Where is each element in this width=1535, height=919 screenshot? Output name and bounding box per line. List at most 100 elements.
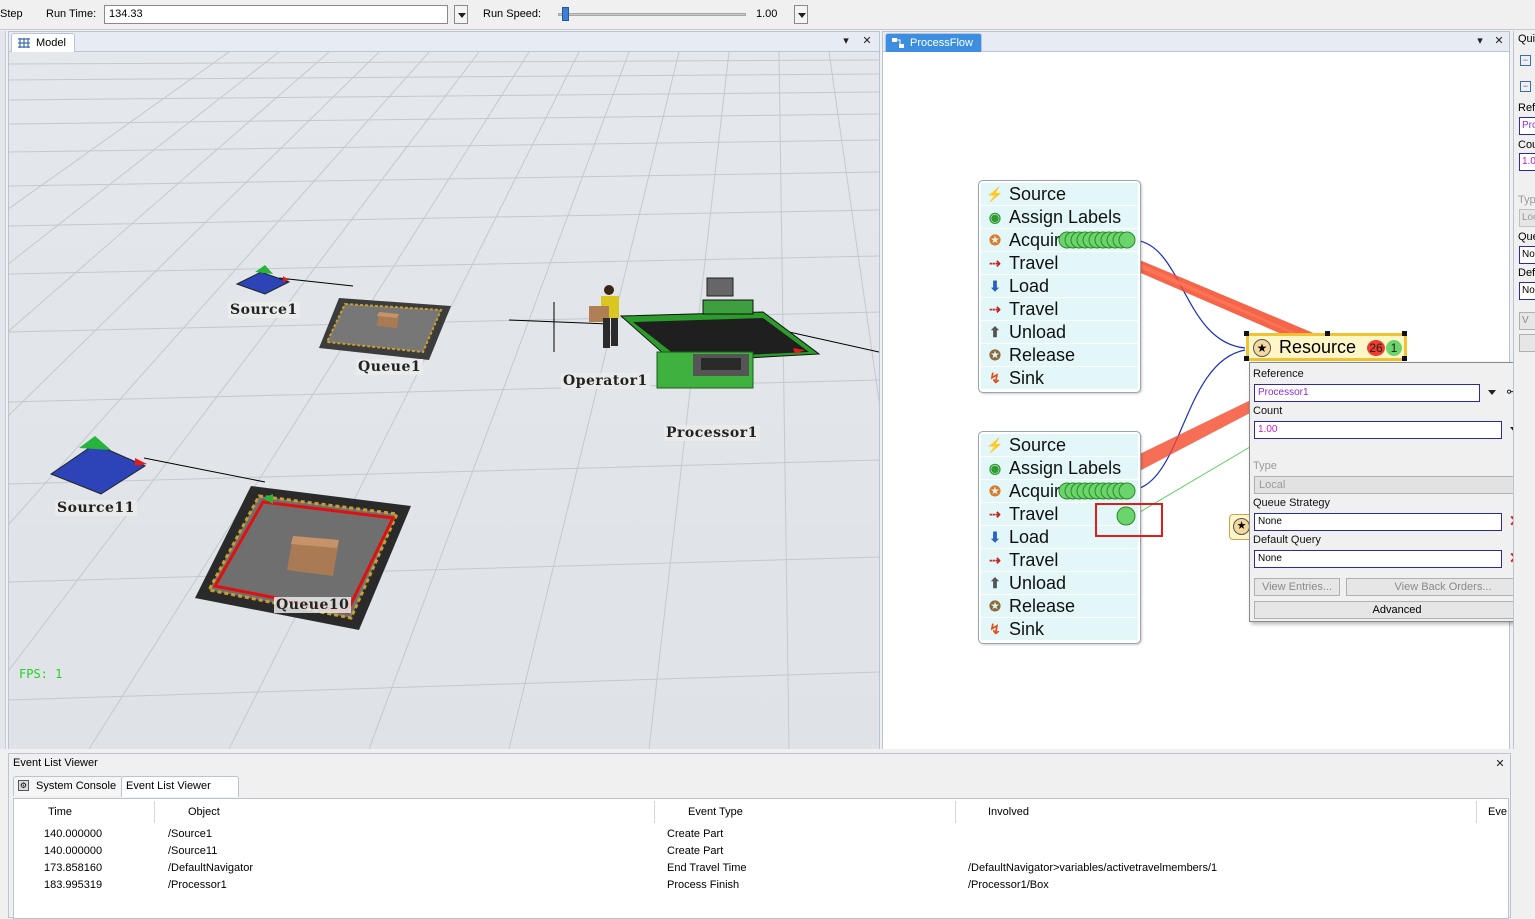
- quick-default-field[interactable]: Nor: [1519, 282, 1535, 300]
- run-toolbar: Step Run Time: 134.33 Run Speed: 1.00: [0, 0, 1535, 30]
- collapse-icon[interactable]: −: [1520, 81, 1531, 92]
- view-entries-button[interactable]: View Entries...: [1254, 578, 1340, 596]
- quick-view-button[interactable]: V: [1519, 312, 1535, 330]
- column-divider: [1476, 801, 1477, 823]
- step-button[interactable]: Step: [0, 8, 23, 20]
- resource-acquired-badge: 1: [1386, 340, 1402, 356]
- table-cell-event: Process Finish: [667, 879, 740, 891]
- column-event-type[interactable]: Event Type: [688, 806, 743, 818]
- fps-counter: FPS: 1: [19, 667, 63, 681]
- model-tabbar: Model ▾ ✕: [9, 32, 879, 52]
- type-label: Type: [1253, 460, 1277, 472]
- run-time-label: Run Time:: [46, 8, 97, 20]
- quick-count-label: Cou: [1518, 139, 1535, 151]
- queue1-object[interactable]: [317, 296, 453, 362]
- advanced-button[interactable]: Advanced: [1254, 601, 1535, 619]
- tab-model-label: Model: [36, 37, 66, 49]
- view-back-orders-button[interactable]: View Back Orders...: [1346, 578, 1535, 596]
- column-divider: [955, 801, 956, 823]
- table-cell-involved: /Processor1/Box: [968, 879, 1049, 891]
- count-label: Count: [1253, 405, 1283, 417]
- column-divider: [654, 801, 655, 823]
- table-cell-object: /Source11: [168, 845, 218, 857]
- event-list-close-icon[interactable]: ✕: [1493, 757, 1507, 771]
- model-close-icon[interactable]: ✕: [860, 34, 874, 48]
- acquire-2-tokens: [1058, 482, 1136, 500]
- table-cell-object: /Source1: [168, 828, 213, 840]
- event-list-pane: Event List Viewer ✕ ⚙ System Console Eve…: [8, 753, 1511, 919]
- selection-handle[interactable]: [1325, 331, 1330, 336]
- processflow-tabbar: ProcessFlow ▾ ✕: [883, 32, 1509, 52]
- column-time[interactable]: Time: [48, 806, 72, 818]
- queue1-label: Queue1: [356, 359, 424, 375]
- count-field[interactable]: 1.00: [1254, 421, 1502, 439]
- table-cell-time: 140.000000: [44, 828, 103, 840]
- column-object[interactable]: Object: [188, 806, 220, 818]
- source1-object[interactable]: [235, 262, 291, 296]
- event-list-title: Event List Viewer: [13, 757, 98, 769]
- column-involved[interactable]: Involved: [988, 806, 1029, 818]
- table-cell-involved: /DefaultNavigator>variables/activetravel…: [968, 862, 1218, 874]
- queue-strategy-field[interactable]: None: [1254, 513, 1502, 531]
- quick-count-field[interactable]: 1.0: [1519, 153, 1535, 171]
- run-time-field[interactable]: 134.33: [104, 5, 448, 24]
- run-speed-track: [558, 13, 746, 16]
- selection-handle[interactable]: [1402, 331, 1407, 336]
- default-query-field[interactable]: None: [1254, 550, 1502, 568]
- star-icon: ★: [1233, 518, 1250, 535]
- resource-block[interactable]: ★ Resource 26 1: [1244, 331, 1407, 361]
- processflow-close-icon[interactable]: ✕: [1492, 34, 1506, 48]
- tab-system-console[interactable]: ⚙ System Console: [13, 776, 123, 796]
- table-cell-time: 183.995319: [44, 879, 103, 891]
- run-speed-label: Run Speed:: [483, 8, 542, 20]
- left-dock-edge: [0, 31, 6, 749]
- grid-icon: [18, 38, 30, 48]
- column-divider: [154, 801, 155, 823]
- quick-ref-field[interactable]: Pro: [1519, 117, 1535, 135]
- run-speed-slider[interactable]: [561, 7, 569, 21]
- reference-dropdown-icon[interactable]: [1488, 390, 1496, 395]
- quick-default-label: Def: [1518, 267, 1535, 279]
- source11-label: Source11: [55, 500, 137, 516]
- model-menu-icon[interactable]: ▾: [839, 34, 853, 48]
- selection-handle[interactable]: [1402, 356, 1407, 361]
- processor1-label: Processor1: [664, 425, 760, 441]
- resource-star-icon: ★: [1253, 339, 1271, 357]
- quick-queue-label: Que: [1518, 231, 1535, 243]
- table-cell-object: /DefaultNavigator: [168, 862, 253, 874]
- default-query-label: Default Query: [1253, 534, 1321, 546]
- quick-advanced-button[interactable]: [1519, 334, 1535, 352]
- source11-object[interactable]: [49, 434, 149, 496]
- quick-queue-field[interactable]: Nor: [1519, 246, 1535, 264]
- column-event[interactable]: Eve: [1488, 806, 1507, 818]
- collapse-icon[interactable]: −: [1520, 55, 1531, 66]
- tab-event-list-viewer[interactable]: Event List Viewer: [121, 776, 239, 797]
- queue-strategy-label: Queue Strategy: [1253, 497, 1331, 509]
- run-speed-dropdown[interactable]: [794, 5, 808, 24]
- model-connectors: [143, 277, 879, 483]
- reference-field[interactable]: Processor1: [1254, 384, 1480, 402]
- quick-properties-panel: Qui − − Ref Pro Cou 1.0 Typ Loc Que Nor …: [1513, 31, 1535, 749]
- resource-properties-popup: Reference Processor1 ⚯ ⁄ Count 1.00 ⁄ Ty…: [1249, 362, 1535, 622]
- model-3d-view[interactable]: Source1 Queue1 Operator1 Processor1 Sour…: [9, 52, 879, 749]
- selection-handle[interactable]: [1244, 331, 1249, 336]
- table-cell-object: /Processor1: [168, 879, 227, 891]
- quick-type-field: Loc: [1519, 209, 1535, 227]
- run-speed-value: 1.00: [756, 8, 778, 20]
- processflow-menu-icon[interactable]: ▾: [1473, 34, 1487, 48]
- source1-label: Source1: [228, 302, 300, 318]
- model-pane: Model ▾ ✕ Source1 Queue1 Operator1 Proce…: [8, 31, 880, 749]
- travel-token: [1116, 506, 1136, 526]
- quick-ref-label: Ref: [1518, 102, 1535, 114]
- tab-model[interactable]: Model: [11, 33, 75, 52]
- resource-requests-badge: 26: [1367, 340, 1385, 356]
- table-cell-event: End Travel Time: [667, 862, 747, 874]
- table-cell-time: 173.858160: [44, 862, 103, 874]
- selection-handle[interactable]: [1244, 356, 1249, 361]
- reference-label: Reference: [1253, 368, 1304, 380]
- table-cell-time: 140.000000: [44, 845, 103, 857]
- processor1-object[interactable]: [613, 274, 823, 392]
- tab-processflow[interactable]: ProcessFlow: [885, 33, 982, 52]
- run-time-dropdown[interactable]: [454, 5, 468, 24]
- tab-system-console-label: System Console: [36, 780, 117, 792]
